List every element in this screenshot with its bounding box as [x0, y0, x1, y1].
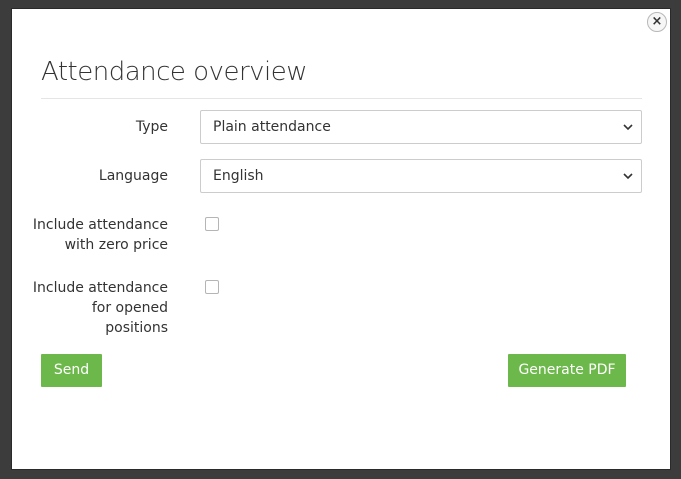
- attendance-overview-dialog: × Attendance overview Type Plain attenda…: [11, 8, 671, 470]
- type-select[interactable]: Plain attendance: [200, 110, 642, 144]
- language-select[interactable]: English: [200, 159, 642, 193]
- type-select-value: Plain attendance: [213, 119, 331, 135]
- close-icon[interactable]: ×: [647, 12, 667, 32]
- chevron-down-icon: [623, 124, 633, 131]
- title-divider: [41, 98, 642, 99]
- chevron-down-icon: [623, 173, 633, 180]
- opened-positions-label: Include attendance for opened positions: [32, 280, 168, 336]
- language-select-value: English: [213, 168, 264, 184]
- opened-positions-checkbox[interactable]: [205, 280, 219, 294]
- send-button[interactable]: Send: [41, 354, 102, 387]
- generate-pdf-button[interactable]: Generate PDF: [508, 354, 626, 387]
- type-label: Type: [135, 119, 168, 135]
- zero-price-checkbox[interactable]: [205, 217, 219, 231]
- language-label: Language: [98, 168, 168, 184]
- dialog-title: Attendance overview: [41, 57, 308, 87]
- zero-price-label: Include attendance with zero price: [32, 217, 168, 253]
